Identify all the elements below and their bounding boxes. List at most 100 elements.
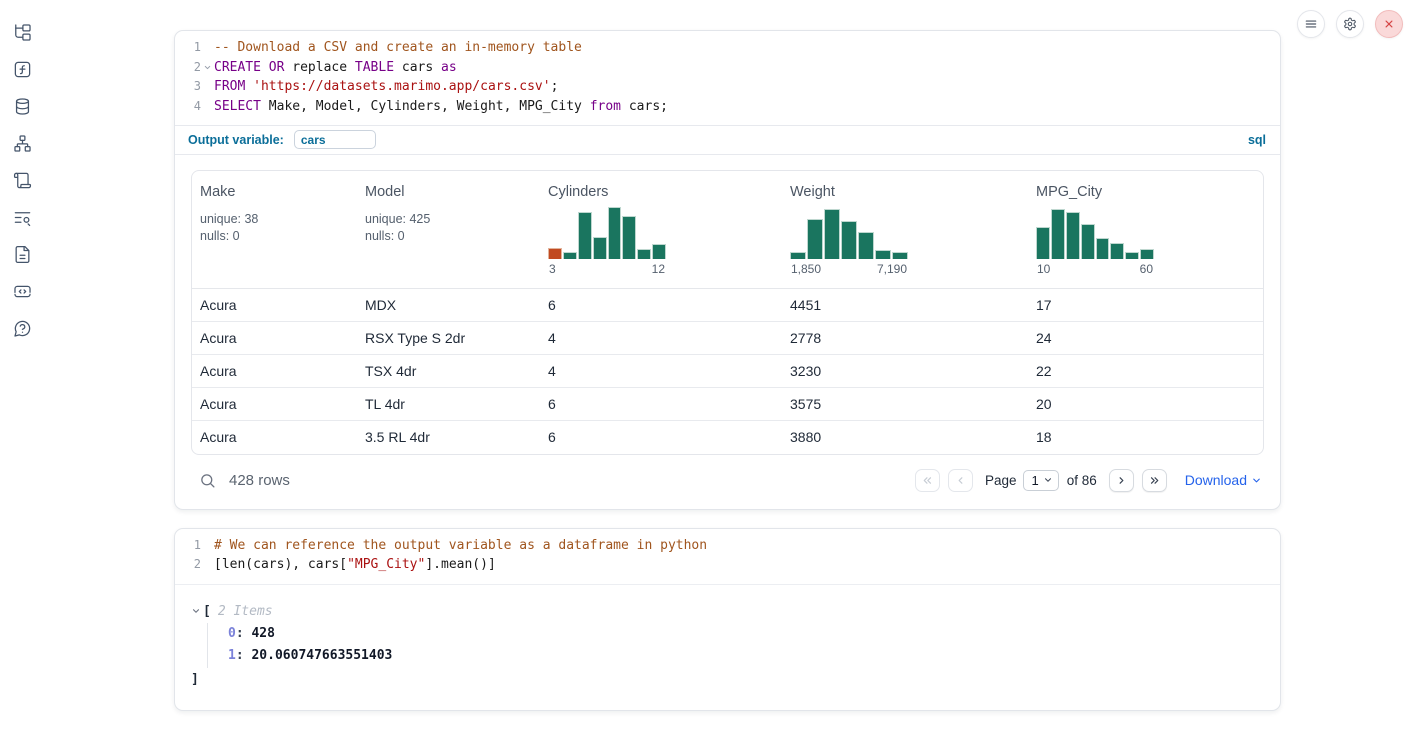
code-text: CREATE OR replace TABLE cars as [214,58,457,78]
code-line[interactable]: 1# We can reference the output variable … [175,536,1280,556]
table-row[interactable]: AcuraTL 4dr6357520 [192,388,1263,421]
code-line[interactable]: 3FROM 'https://datasets.marimo.app/cars.… [175,77,1280,97]
column-histogram[interactable]: 312 [548,207,666,276]
prev-page-button[interactable] [948,469,973,492]
histogram-bar[interactable] [652,244,666,259]
gear-icon[interactable] [1336,10,1364,38]
output-variable-input[interactable] [294,130,376,149]
download-button[interactable]: Download [1185,472,1262,488]
code-line[interactable]: 1 -- Download a CSV and create an in-memo… [175,38,1280,58]
histogram-max-label: 60 [1140,262,1153,276]
chevron-down-icon [1043,475,1053,485]
open-bracket: [ [203,601,211,622]
function-square-icon[interactable] [12,59,32,79]
tree-item-key: 1 [228,648,236,663]
histogram-bar[interactable] [578,212,592,259]
table-row[interactable]: AcuraRSX Type S 2dr4277824 [192,322,1263,355]
histogram-bar[interactable] [1096,238,1110,259]
histogram-bar[interactable] [593,237,607,259]
histogram-bar[interactable] [1081,224,1095,259]
fold-gutter [201,555,214,575]
histogram-bar[interactable] [875,250,891,259]
histogram-bar[interactable] [1125,252,1139,259]
column-histogram[interactable]: 1,8507,190 [790,207,908,276]
code-line[interactable]: 4SELECT Make, Model, Cylinders, Weight, … [175,97,1280,117]
page-total-label: of 86 [1067,473,1097,488]
column-title[interactable]: MPG_City [1036,184,1255,200]
column-header[interactable]: Modelunique: 425nulls: 0 [357,171,540,289]
first-page-button[interactable] [915,469,940,492]
histogram-bar[interactable] [790,252,806,259]
table-cell: 4 [540,322,782,355]
table-cell: 22 [1028,355,1263,388]
histogram-bar[interactable] [807,219,823,259]
menu-icon[interactable] [1297,10,1325,38]
histogram-bar[interactable] [892,252,908,259]
column-title[interactable]: Weight [790,184,1020,200]
table-cell: Acura [192,289,357,322]
next-page-button[interactable] [1109,469,1134,492]
histogram-bar[interactable] [1051,209,1065,259]
scroll-icon[interactable] [12,170,32,190]
code-line[interactable]: 2CREATE OR replace TABLE cars as [175,58,1280,78]
line-number: 2 [175,555,201,575]
page-select[interactable]: 1 [1023,470,1058,491]
column-header[interactable]: Makeunique: 38nulls: 0 [192,171,357,289]
list-search-icon[interactable] [12,207,32,227]
last-page-button[interactable] [1142,469,1167,492]
chevron-down-icon [1251,475,1262,486]
fold-gutter [201,536,214,556]
histogram-bar[interactable] [1110,243,1124,259]
snippets-icon[interactable] [12,281,32,301]
histogram-bar[interactable] [608,207,622,259]
column-header[interactable]: MPG_City 1060 [1028,171,1263,289]
table-row[interactable]: Acura3.5 RL 4dr6388018 [192,421,1263,454]
table-cell: MDX [357,289,540,322]
database-icon[interactable] [12,96,32,116]
column-title[interactable]: Cylinders [548,184,774,200]
histogram-bar[interactable] [1140,249,1154,259]
collapse-chevron-icon[interactable] [191,606,201,616]
column-title[interactable]: Make [200,184,349,200]
histogram-bar[interactable] [622,216,636,259]
column-header[interactable]: Cylinders 312 [540,171,782,289]
histogram-bar[interactable] [1066,212,1080,259]
file-tree-icon[interactable] [12,22,32,42]
table-cell: 6 [540,289,782,322]
python-code-editor[interactable]: 1# We can reference the output variable … [175,529,1280,584]
page-label: Page [985,473,1017,488]
histogram-bar[interactable] [548,248,562,259]
dependency-graph-icon[interactable] [12,133,32,153]
table-row[interactable]: AcuraTSX 4dr4323022 [192,355,1263,388]
histogram-bar[interactable] [1036,227,1050,259]
fold-chevron-icon[interactable] [201,58,214,78]
histogram-bar[interactable] [841,221,857,259]
column-title[interactable]: Model [365,184,532,200]
table-cell: 2778 [782,322,1028,355]
table-cell: TSX 4dr [357,355,540,388]
document-icon[interactable] [12,244,32,264]
close-icon[interactable] [1375,10,1403,38]
table-cell: 20 [1028,388,1263,421]
output-variable-label: Output variable: [188,133,284,147]
page-select-value: 1 [1031,473,1038,488]
table-row[interactable]: AcuraMDX6445117 [192,289,1263,322]
code-line[interactable]: 2[len(cars), cars["MPG_City"].mean()] [175,555,1280,575]
window-controls [1297,10,1403,38]
search-icon[interactable] [199,472,216,489]
histogram-max-label: 7,190 [877,262,907,276]
histogram-bar[interactable] [858,232,874,259]
column-header[interactable]: Weight 1,8507,190 [782,171,1028,289]
code-text: -- Download a CSV and create an in-memor… [214,38,582,58]
column-histogram[interactable]: 1060 [1036,207,1154,276]
python-cell-output: [ 2 Items 0: 4281: 20.060747663551403 ] [175,584,1280,710]
sql-code-editor[interactable]: 1 -- Download a CSV and create an in-memo… [175,31,1280,125]
table-cell: 3.5 RL 4dr [357,421,540,454]
histogram-bar[interactable] [637,249,651,259]
help-icon[interactable] [12,318,32,338]
language-badge[interactable]: sql [1248,133,1266,147]
sql-cell-output: Makeunique: 38nulls: 0Modelunique: 425nu… [175,155,1280,509]
histogram-bar[interactable] [563,252,577,259]
histogram-bar[interactable] [824,209,840,259]
line-number: 1 [175,38,201,58]
